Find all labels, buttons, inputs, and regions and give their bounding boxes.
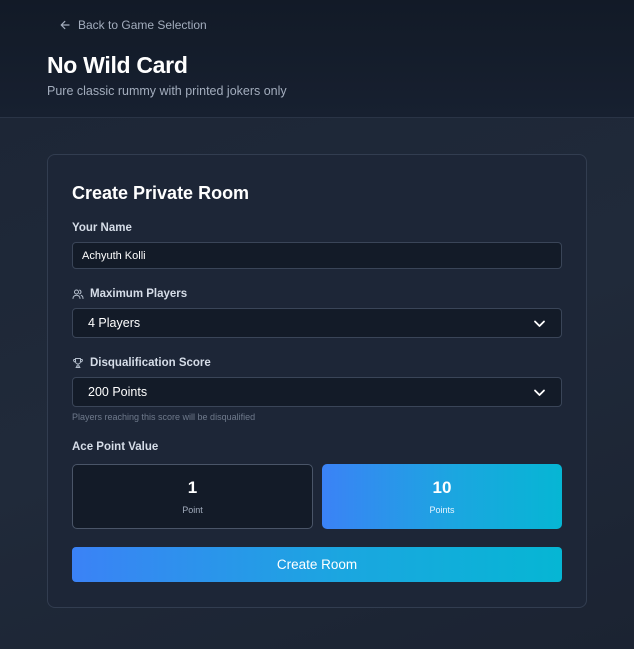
page-title: No Wild Card — [47, 52, 188, 78]
disqualification-hint: Players reaching this score will be disq… — [72, 412, 256, 422]
disqualification-label: Disqualification Score — [72, 357, 211, 369]
trophy-icon — [73, 358, 83, 368]
disqualification-score-value: 200 Points — [88, 385, 148, 399]
create-room-card: Create Private Room Your Name Achyuth Ko… — [47, 154, 587, 608]
page-header: Back to Game Selection No Wild Card Pure… — [0, 0, 634, 118]
disqualification-score-select[interactable]: 200 Points — [72, 377, 562, 407]
your-name-label-text: Your Name — [72, 222, 132, 234]
ace-option-unit: Points — [429, 505, 455, 515]
max-players-label-text: Maximum Players — [90, 288, 188, 300]
your-name-value: Achyuth Kolli — [82, 249, 146, 262]
page: Back to Game Selection No Wild Card Pure… — [0, 0, 634, 649]
your-name-input[interactable]: Achyuth Kolli — [72, 242, 562, 269]
users-icon — [72, 289, 84, 299]
create-room-button-label: Create Room — [276, 557, 358, 572]
ace-point-label-text: Ace Point Value — [72, 441, 159, 453]
create-room-button[interactable]: Create Room — [72, 547, 562, 582]
ace-option-1-point[interactable]: 1 Point — [72, 464, 313, 529]
chevron-down-icon — [534, 320, 545, 327]
back-to-game-selection-link[interactable]: Back to Game Selection — [60, 17, 207, 33]
disqualification-label-text: Disqualification Score — [90, 357, 211, 369]
page-subtitle: Pure classic rummy with printed jokers o… — [47, 84, 287, 98]
max-players-label: Maximum Players — [72, 288, 187, 300]
back-link-label: Back to Game Selection — [78, 18, 207, 32]
max-players-value: 4 Players — [88, 316, 141, 330]
chevron-down-icon — [534, 389, 545, 396]
ace-option-10-points[interactable]: 10 Points — [322, 464, 562, 529]
arrow-left-icon — [60, 20, 70, 30]
ace-option-value: 1 — [187, 478, 198, 497]
ace-point-label: Ace Point Value — [72, 441, 158, 453]
card-title: Create Private Room — [72, 183, 250, 203]
ace-option-value: 10 — [432, 478, 452, 497]
ace-option-unit: Point — [182, 505, 203, 515]
max-players-select[interactable]: 4 Players — [72, 308, 562, 338]
your-name-label: Your Name — [72, 222, 132, 234]
